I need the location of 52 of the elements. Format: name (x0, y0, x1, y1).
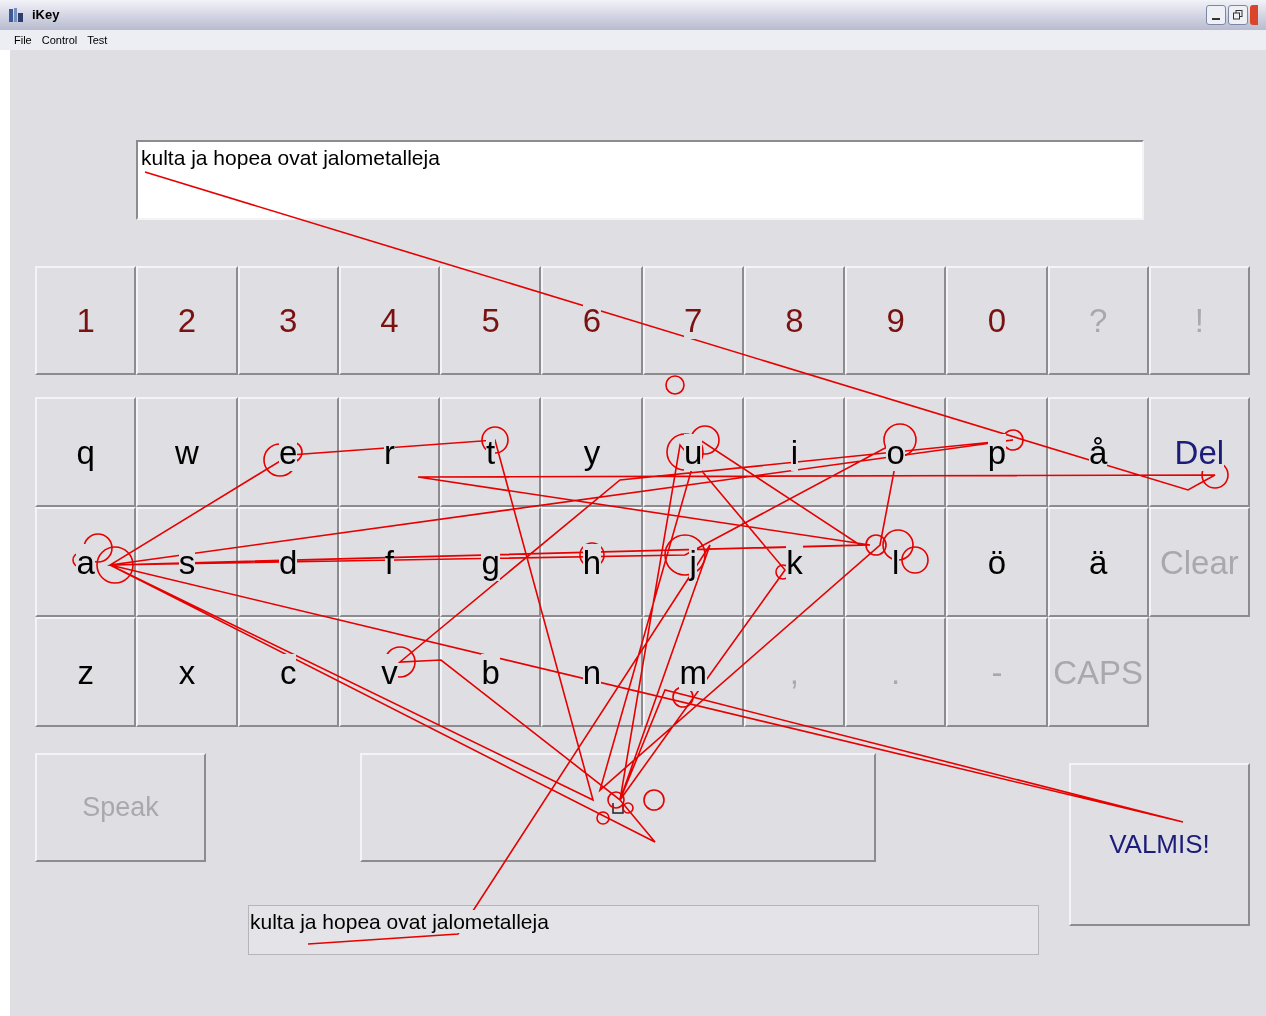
app-icon (8, 7, 24, 23)
keyboard-key[interactable]: Del (1148, 397, 1250, 507)
keyboard-key[interactable]: 7 (642, 266, 744, 375)
menu-item[interactable]: Test (87, 31, 108, 49)
keyboard-key[interactable]: u (642, 397, 744, 507)
keyboard-key[interactable]: p (946, 397, 1048, 507)
keyboard-key[interactable]: 1 (35, 266, 137, 375)
keyboard-key[interactable]: w (136, 397, 238, 507)
keyboard-key[interactable]: g (440, 507, 542, 617)
keyboard-key[interactable]: l (845, 507, 947, 617)
menu-item[interactable]: Control (41, 31, 78, 49)
keyboard-key[interactable]: h (541, 507, 643, 617)
keyboard-key[interactable]: å (1047, 397, 1149, 507)
keyboard-key[interactable]: d (237, 507, 339, 617)
space-icon (612, 801, 624, 814)
keyboard-key[interactable]: k (743, 507, 845, 617)
keyboard-key[interactable]: z (35, 617, 137, 727)
keyboard-key[interactable]: 3 (237, 266, 339, 375)
keyboard-key[interactable]: c (237, 617, 339, 727)
keyboard-key[interactable]: e (237, 397, 339, 507)
minimize-icon (1212, 18, 1220, 20)
keyboard-key[interactable]: i (743, 397, 845, 507)
keyboard-key[interactable]: 5 (440, 266, 542, 375)
menu-item[interactable]: File (14, 31, 32, 49)
space-key[interactable] (360, 753, 876, 862)
minimize-button[interactable] (1206, 5, 1226, 25)
keyboard-key[interactable]: b (440, 617, 542, 727)
keyboard-key[interactable]: n (541, 617, 643, 727)
keyboard-key[interactable]: f (338, 507, 440, 617)
text-display[interactable]: kulta ja hopea ovat jalometalleja (136, 140, 1144, 220)
keyboard-key[interactable]: o (845, 397, 947, 507)
keyboard-key[interactable]: v (338, 617, 440, 727)
keyboard-key[interactable]: s (136, 507, 238, 617)
keyboard-key[interactable]: x (136, 617, 238, 727)
output-field[interactable]: kulta ja hopea ovat jalometalleja (248, 905, 1039, 955)
keyboard-key[interactable]: 4 (338, 266, 440, 375)
keyboard-key[interactable]: y (541, 397, 643, 507)
restore-button[interactable] (1228, 5, 1248, 25)
keyboard-key[interactable]: q (35, 397, 137, 507)
keyboard-key[interactable]: a (35, 507, 137, 617)
keyboard-key[interactable]: 9 (845, 266, 947, 375)
window-title: iKey (32, 6, 60, 25)
keyboard-key[interactable]: 0 (946, 266, 1048, 375)
keyboard-key[interactable]: r (338, 397, 440, 507)
keyboard-key[interactable]: ä (1047, 507, 1149, 617)
keyboard-key[interactable]: t (440, 397, 542, 507)
restore-icon (1233, 10, 1243, 20)
keyboard-key[interactable]: 8 (743, 266, 845, 375)
done-button[interactable]: VALMIS! (1069, 763, 1250, 926)
keyboard-key[interactable]: 6 (541, 266, 643, 375)
keyboard-key[interactable]: 2 (136, 266, 238, 375)
keyboard-key[interactable]: ö (946, 507, 1048, 617)
